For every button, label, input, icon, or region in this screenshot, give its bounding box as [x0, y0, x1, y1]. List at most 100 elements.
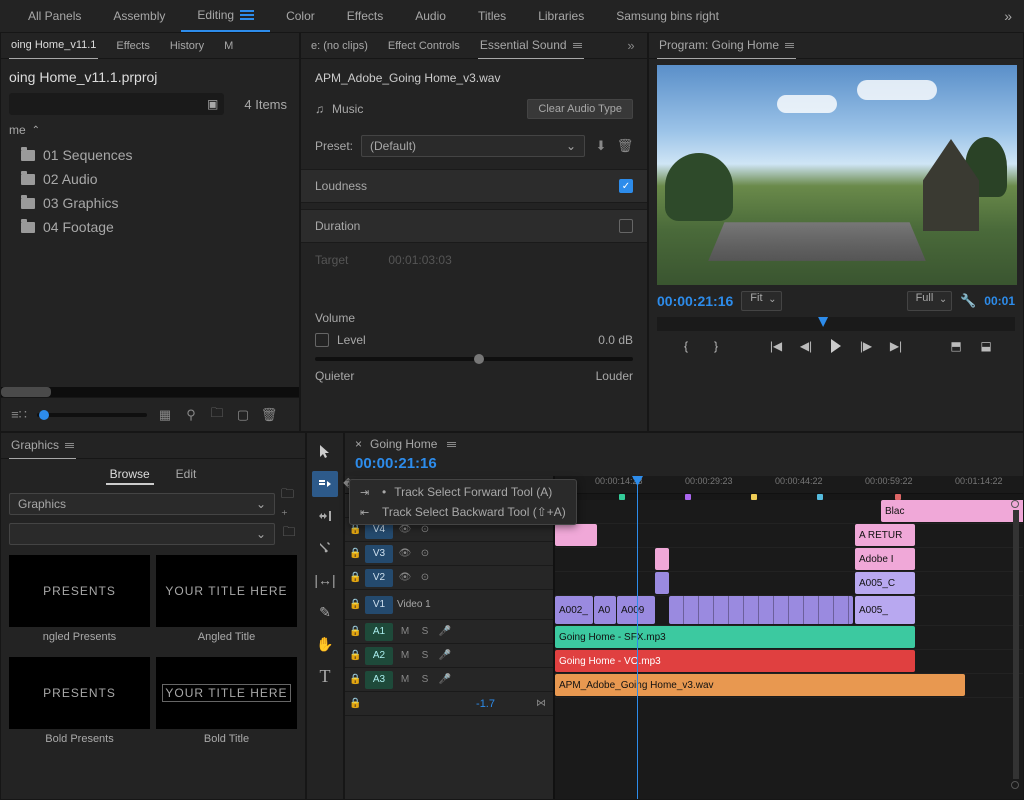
- new-bin-icon[interactable]: 🗀: [209, 407, 225, 423]
- workspace-assembly[interactable]: Assembly: [97, 0, 181, 32]
- timeline-timecode[interactable]: 00:00:21:16: [345, 455, 1023, 476]
- new-folder-icon[interactable]: 🗀: [281, 526, 297, 542]
- tab-effects[interactable]: Effects: [114, 33, 151, 59]
- lock-icon[interactable]: 🔒: [349, 626, 361, 637]
- loudness-section[interactable]: Loudness✓: [301, 169, 647, 203]
- clip-a009[interactable]: A009: [617, 596, 655, 624]
- solo-icon[interactable]: S: [417, 649, 433, 663]
- search-within-icon[interactable]: ▣: [207, 97, 218, 111]
- step-back-icon[interactable]: ◀|: [797, 337, 815, 355]
- lock-icon[interactable]: 🔒: [349, 548, 361, 559]
- toggle-output-icon[interactable]: 👁: [397, 547, 413, 561]
- razor-tool[interactable]: [312, 535, 338, 561]
- trash-icon[interactable]: 🗑: [261, 407, 277, 423]
- tab-essential-graphics[interactable]: Graphics: [9, 433, 76, 459]
- clip-black[interactable]: Blac: [881, 500, 1023, 522]
- template-angled-title[interactable]: YOUR TITLE HEREAngled Title: [156, 555, 297, 651]
- record-icon[interactable]: 🎤: [437, 649, 453, 663]
- clip-a005b[interactable]: A005_: [855, 596, 915, 624]
- program-monitor[interactable]: [657, 65, 1017, 285]
- tab-markers[interactable]: M: [222, 33, 235, 59]
- tab-project[interactable]: oing Home_v11.1: [9, 33, 98, 59]
- timeline-ruler[interactable]: 00:00:14:23 00:00:29:23 00:00:44:22 00:0…: [555, 476, 1023, 494]
- program-timecode[interactable]: 00:00:21:16: [657, 293, 733, 309]
- clear-audio-type-button[interactable]: Clear Audio Type: [527, 99, 633, 119]
- lock-icon[interactable]: 🔒: [349, 599, 361, 610]
- duration-section[interactable]: Duration: [301, 209, 647, 243]
- freeform-icon[interactable]: ▦: [157, 407, 173, 423]
- toggle-output-icon[interactable]: 👁: [397, 571, 413, 585]
- tab-essential-sound[interactable]: Essential Sound: [478, 33, 584, 59]
- bin-footage[interactable]: 04 Footage: [1, 215, 299, 239]
- zoom-select[interactable]: Fit: [741, 291, 781, 311]
- volume-slider[interactable]: [315, 357, 633, 361]
- panel-menu-icon[interactable]: [573, 43, 582, 48]
- bin-graphics[interactable]: 03 Graphics: [1, 191, 299, 215]
- playhead-icon[interactable]: [818, 317, 828, 327]
- lock-icon[interactable]: 🔒: [349, 698, 361, 709]
- bin-sequences[interactable]: 01 Sequences: [1, 143, 299, 167]
- pen-tool[interactable]: ✎: [312, 599, 338, 625]
- track-a1[interactable]: A1: [365, 623, 393, 641]
- tab-source[interactable]: e: (no clips): [309, 33, 370, 59]
- loudness-checkbox[interactable]: ✓: [619, 179, 633, 193]
- clip-music[interactable]: APM_Adobe_Going Home_v3.wav: [555, 674, 965, 696]
- clip-montage[interactable]: [669, 596, 853, 624]
- resolution-select[interactable]: Full: [907, 291, 953, 311]
- template-bold-presents[interactable]: PRESENTSBold Presents: [9, 657, 150, 753]
- track-v2[interactable]: V2: [365, 569, 393, 587]
- solo-icon[interactable]: S: [417, 625, 433, 639]
- clip-vo[interactable]: Going Home - VO.mp3: [555, 650, 915, 672]
- sequence-name[interactable]: Going Home: [370, 437, 437, 451]
- duration-checkbox[interactable]: [619, 219, 633, 233]
- lock-icon[interactable]: 🔒: [349, 524, 361, 535]
- sync-lock-icon[interactable]: ⊙: [417, 547, 433, 561]
- extract-icon[interactable]: ⬓: [977, 337, 995, 355]
- track-select-backward-option[interactable]: ⇤Track Select Backward Tool (⇧+A): [350, 502, 576, 522]
- clip-adobe[interactable]: Adobe I: [855, 548, 915, 570]
- workspace-libraries[interactable]: Libraries: [522, 0, 600, 32]
- mute-icon[interactable]: M: [397, 649, 413, 663]
- lock-icon[interactable]: 🔒: [349, 650, 361, 661]
- type-tool[interactable]: T: [312, 663, 338, 689]
- horizontal-scrollbar[interactable]: [1, 387, 51, 397]
- timeline-tracks[interactable]: 00:00:14:23 00:00:29:23 00:00:44:22 00:0…: [555, 476, 1023, 799]
- track-select-forward-option[interactable]: ⇥•Track Select Forward Tool (A): [350, 482, 576, 502]
- browse-tab[interactable]: Browse: [106, 465, 154, 485]
- record-icon[interactable]: 🎤: [437, 673, 453, 687]
- lock-icon[interactable]: 🔒: [349, 674, 361, 685]
- tab-program[interactable]: Program: Going Home: [657, 33, 796, 59]
- mute-icon[interactable]: M: [397, 673, 413, 687]
- mark-out-icon[interactable]: }: [707, 337, 725, 355]
- zoom-handle-bottom[interactable]: [1011, 781, 1019, 789]
- hand-tool[interactable]: ✋: [312, 631, 338, 657]
- ripple-edit-tool[interactable]: [312, 503, 338, 529]
- clip-a005[interactable]: A005_C: [855, 572, 915, 594]
- zoom-value[interactable]: -1.7: [476, 698, 495, 710]
- project-search-input[interactable]: ▣: [9, 93, 224, 115]
- new-item-icon[interactable]: ▢: [235, 407, 251, 423]
- clip[interactable]: [555, 524, 597, 546]
- graphics-library-select[interactable]: Graphics⌄: [9, 493, 275, 515]
- clip-a0[interactable]: A0: [594, 596, 616, 624]
- clip-return[interactable]: A RETUR: [855, 524, 915, 546]
- workspace-titles[interactable]: Titles: [462, 0, 522, 32]
- track-select-tool[interactable]: [312, 471, 338, 497]
- zoom-handle-top[interactable]: [1011, 500, 1019, 508]
- track-a3[interactable]: A3: [365, 671, 393, 689]
- workspace-color[interactable]: Color: [270, 0, 331, 32]
- lift-icon[interactable]: ⬒: [947, 337, 965, 355]
- program-ruler[interactable]: [657, 317, 1015, 331]
- close-sequence-icon[interactable]: ×: [355, 437, 362, 451]
- lock-icon[interactable]: 🔒: [349, 572, 361, 583]
- tab-history[interactable]: History: [168, 33, 206, 59]
- workspace-editing[interactable]: Editing: [181, 0, 270, 32]
- overflow-chevron-icon[interactable]: »: [1004, 8, 1012, 24]
- workspace-all-panels[interactable]: All Panels: [12, 0, 97, 32]
- timeline-playhead[interactable]: [637, 476, 638, 799]
- thumbnail-size-slider[interactable]: [37, 413, 147, 417]
- workspace-samsung[interactable]: Samsung bins right: [600, 0, 735, 32]
- slip-tool[interactable]: |↔|: [312, 567, 338, 593]
- download-preset-icon[interactable]: ⬇: [593, 138, 609, 154]
- wrench-icon[interactable]: 🔧: [960, 293, 976, 309]
